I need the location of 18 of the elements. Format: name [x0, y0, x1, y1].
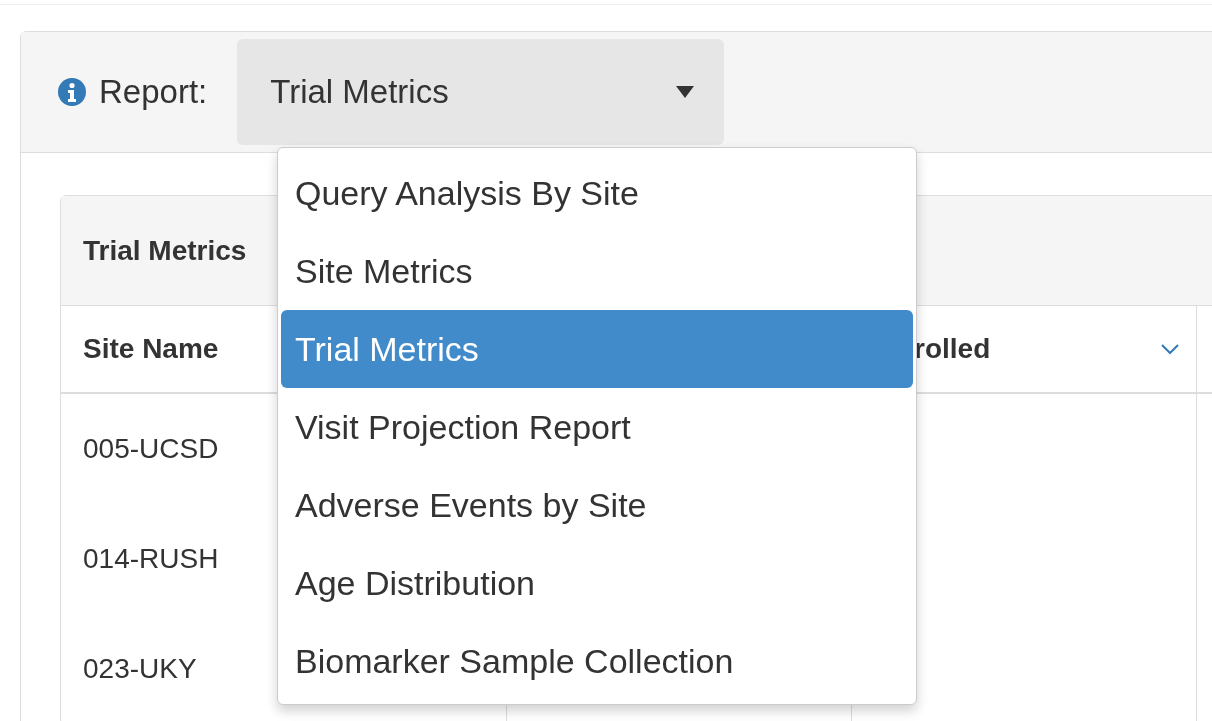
info-icon	[57, 77, 87, 107]
report-select[interactable]: Trial Metrics	[237, 39, 725, 145]
table-cell-text: 023-UKY	[83, 652, 197, 686]
menu-item[interactable]: Visit Projection Report	[281, 388, 913, 466]
menu-item[interactable]: Age Distribution	[281, 544, 913, 622]
table-cell-text: 014-RUSH	[83, 542, 219, 576]
table-cell-text: 005-UCSD	[83, 432, 219, 466]
report-label: Report:	[99, 72, 208, 113]
menu-item[interactable]: Trial Metrics	[281, 310, 913, 388]
menu-item[interactable]: Query Analysis By Site	[281, 154, 913, 232]
menu-item[interactable]: Biomarker Sample Collection	[281, 622, 913, 700]
column-title: rolled	[914, 332, 991, 366]
menu-item[interactable]: Adverse Events by Site	[281, 466, 913, 544]
card-title: Trial Metrics	[83, 233, 247, 268]
caret-icon	[676, 86, 695, 98]
column-title: Site Name	[83, 332, 219, 366]
chevron-down-icon[interactable]	[1160, 343, 1180, 355]
menu-item[interactable]: Site Metrics	[281, 232, 913, 310]
